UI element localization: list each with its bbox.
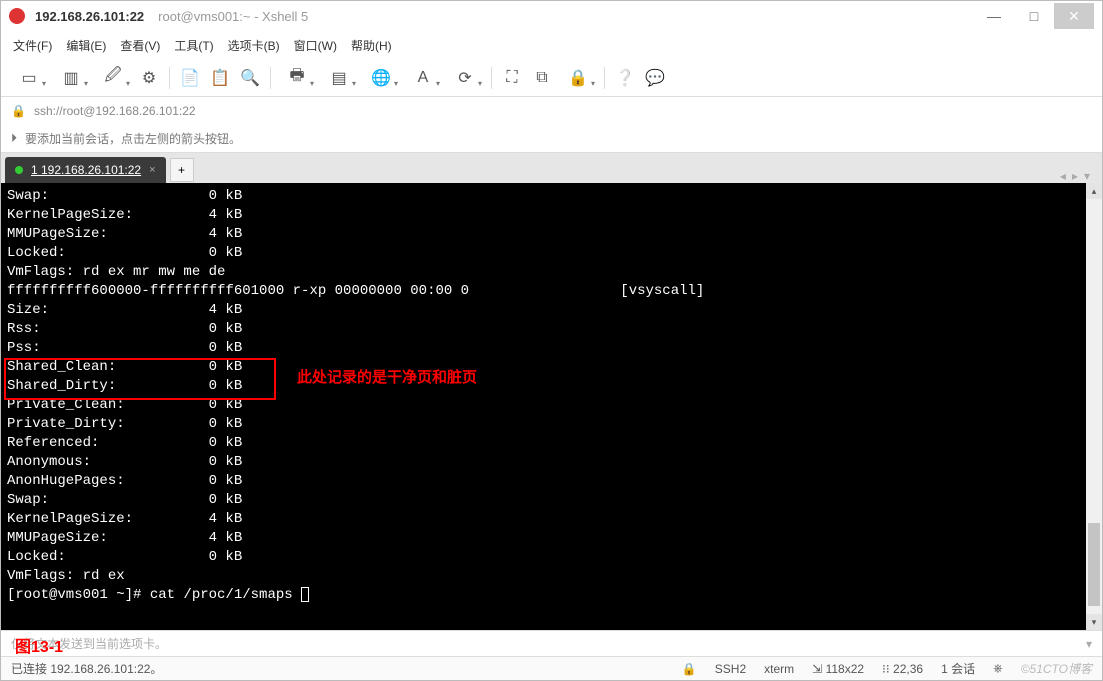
- new-session-button[interactable]: ▭: [9, 64, 49, 92]
- lock-button[interactable]: 🔒: [558, 64, 598, 92]
- menu-edit[interactable]: 编辑(E): [66, 37, 106, 54]
- separator-icon: [604, 67, 605, 89]
- menu-file[interactable]: 文件(F): [13, 37, 52, 54]
- properties-button[interactable]: 🖉: [93, 64, 133, 92]
- menu-bar: 文件(F) 编辑(E) 查看(V) 工具(T) 选项卡(B) 窗口(W) 帮助(…: [1, 31, 1102, 59]
- separator-icon: [270, 67, 271, 89]
- toolbar: ▭ ▥ 🖉 ⚙ 📄 📋 🔍 🖶 ▤ 🌐 A ⟳ ⛶ ⧉ 🔒 ❔ 💬: [1, 59, 1102, 97]
- scroll-down-button[interactable]: ▾: [1086, 614, 1102, 630]
- cursor-icon: ⁝⁝: [882, 662, 890, 676]
- status-dot-icon: [15, 166, 23, 174]
- layout-button[interactable]: ⧉: [528, 64, 556, 92]
- tip-bar: ⏵ 要添加当前会话，点击左侧的箭头按钮。: [1, 125, 1102, 153]
- minimize-button[interactable]: —: [974, 3, 1014, 29]
- find-button[interactable]: 🔍: [236, 64, 264, 92]
- app-logo-icon: [9, 8, 25, 24]
- tab-close-button[interactable]: ×: [149, 164, 155, 176]
- color-scheme-button[interactable]: ▤: [319, 64, 359, 92]
- separator-icon: [491, 67, 492, 89]
- status-term: xterm: [764, 662, 794, 676]
- figure-label: 图13-1: [15, 633, 63, 657]
- title-subtitle: root@vms001:~ - Xshell 5: [158, 9, 308, 24]
- highlight-button[interactable]: ⟳: [445, 64, 485, 92]
- address-bar[interactable]: 🔒 ssh://root@192.168.26.101:22: [1, 97, 1102, 125]
- fullscreen-button[interactable]: ⛶: [498, 64, 526, 92]
- open-session-button[interactable]: ▥: [51, 64, 91, 92]
- tab-list-button[interactable]: ▾: [1084, 169, 1090, 183]
- menu-window[interactable]: 窗口(W): [294, 37, 337, 54]
- font-button[interactable]: A: [403, 64, 443, 92]
- lock-icon: 🔒: [11, 104, 26, 118]
- encoding-button[interactable]: 🌐: [361, 64, 401, 92]
- scroll-track[interactable]: [1086, 199, 1102, 614]
- paste-button[interactable]: 📋: [206, 64, 234, 92]
- status-sessions: 1 会话: [941, 660, 975, 677]
- watermark: ©51CTO博客: [1021, 660, 1092, 677]
- help-button[interactable]: ❔: [611, 64, 639, 92]
- menu-tools[interactable]: 工具(T): [174, 37, 213, 54]
- status-connected: 已连接 192.168.26.101:22。: [11, 660, 162, 677]
- chat-button[interactable]: 💬: [641, 64, 669, 92]
- status-size: 118x22: [826, 662, 864, 676]
- print-button[interactable]: 🖶: [277, 64, 317, 92]
- close-button[interactable]: ✕: [1054, 3, 1094, 29]
- tab-next-button[interactable]: ▸: [1072, 169, 1078, 183]
- tab-label: 1 192.168.26.101:22: [31, 163, 141, 177]
- menu-help[interactable]: 帮助(H): [351, 37, 392, 54]
- lock-icon: 🔒: [682, 662, 697, 676]
- tab-row: 1 192.168.26.101:22 × + ◂ ▸ ▾: [1, 153, 1102, 183]
- send-dropdown-icon[interactable]: ▾: [1086, 637, 1092, 651]
- caps-icon: ⎈: [993, 661, 1003, 675]
- title-address: 192.168.26.101:22: [35, 9, 144, 24]
- maximize-button[interactable]: □: [1014, 3, 1054, 29]
- dim-icon: ⇲: [812, 662, 822, 676]
- status-protocol: SSH2: [715, 662, 746, 676]
- status-cursor: 22,36: [893, 662, 923, 676]
- title-bar: 192.168.26.101:22 root@vms001:~ - Xshell…: [1, 1, 1102, 31]
- scroll-up-button[interactable]: ▴: [1086, 183, 1102, 199]
- scroll-thumb[interactable]: [1088, 523, 1100, 606]
- separator-icon: [169, 67, 170, 89]
- status-bar: 已连接 192.168.26.101:22。 🔒 SSH2 xterm ⇲ 11…: [1, 656, 1102, 680]
- session-tab[interactable]: 1 192.168.26.101:22 ×: [5, 157, 166, 183]
- scrollbar[interactable]: ▴ ▾: [1086, 183, 1102, 630]
- annotation-text: 此处记录的是干净页和脏页: [297, 366, 477, 387]
- tip-text: 要添加当前会话，点击左侧的箭头按钮。: [25, 130, 241, 147]
- add-tab-button[interactable]: +: [170, 158, 194, 182]
- menu-tabs[interactable]: 选项卡(B): [228, 37, 280, 54]
- send-bar[interactable]: 仅将文本发送到当前选项卡。 ▾ 图13-1: [1, 630, 1102, 656]
- arrow-icon[interactable]: ⏵: [11, 131, 17, 146]
- terminal-output[interactable]: Swap: 0 kBKernelPageSize: 4 kBMMUPageSiz…: [1, 183, 1086, 630]
- tab-prev-button[interactable]: ◂: [1060, 169, 1066, 183]
- menu-view[interactable]: 查看(V): [120, 37, 160, 54]
- copy-button[interactable]: 📄: [176, 64, 204, 92]
- address-text: ssh://root@192.168.26.101:22: [34, 104, 196, 118]
- settings-button[interactable]: ⚙: [135, 64, 163, 92]
